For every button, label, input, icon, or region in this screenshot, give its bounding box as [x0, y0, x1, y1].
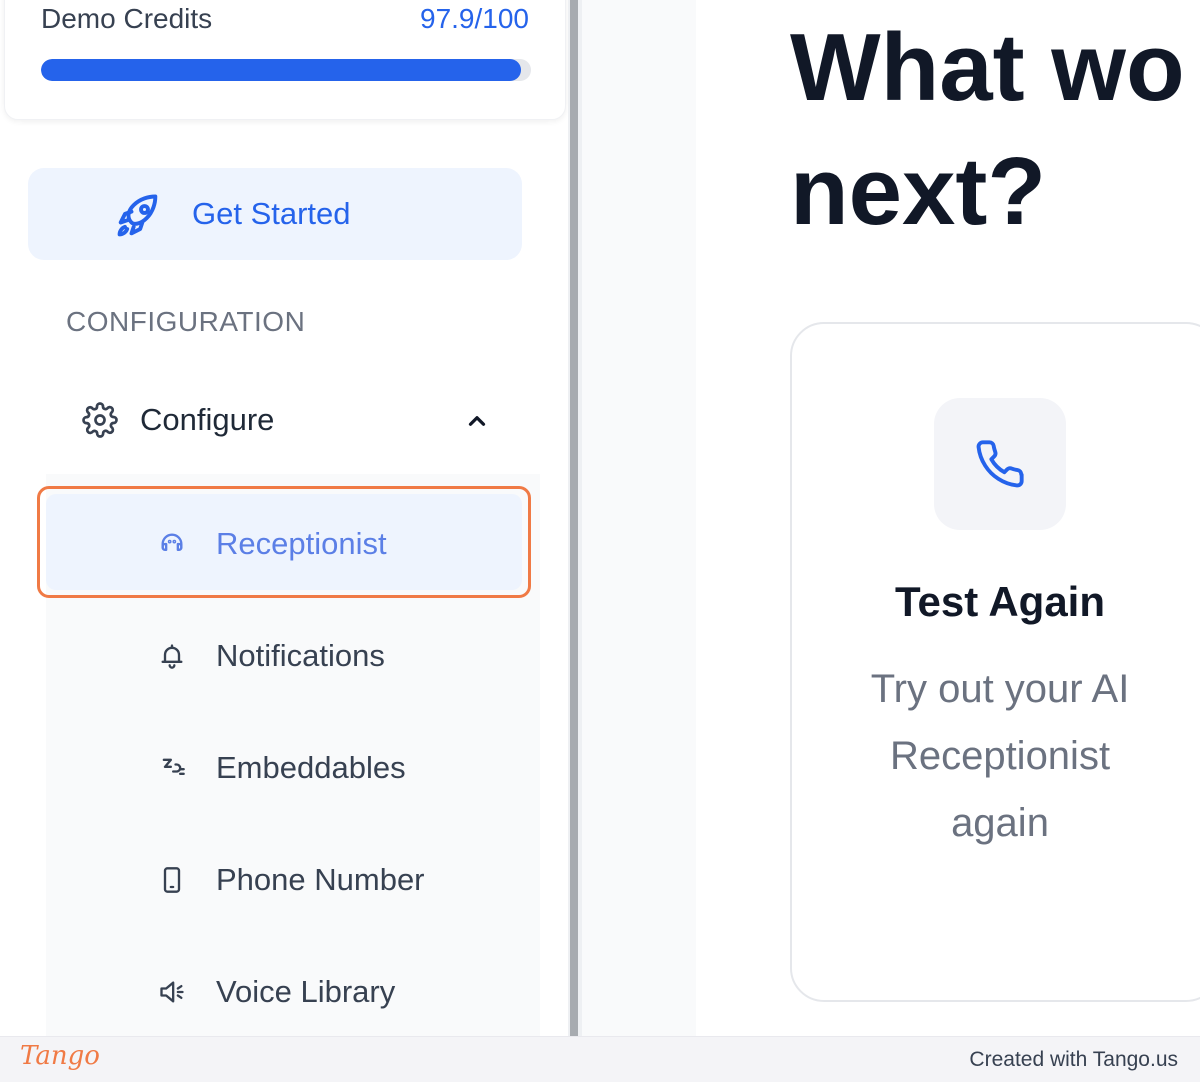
card-description: Try out your AI Receptionist again: [870, 667, 1130, 845]
created-with-credit: Created with Tango.us: [969, 1048, 1178, 1071]
bell-icon: [161, 644, 183, 669]
step-highlight-box: [37, 486, 531, 598]
speaker-icon: [160, 981, 184, 1003]
sidebar-item-label: Voice Library: [216, 974, 396, 1009]
demo-credits-value: 97.9/100: [420, 3, 529, 34]
chevron-up-icon: [468, 416, 486, 426]
demo-credits-label: Demo Credits: [41, 3, 213, 34]
card-icon-box: [934, 398, 1066, 530]
get-started-button[interactable]: Get Started: [28, 168, 522, 260]
sidebar-item-phone-number[interactable]: Phone Number: [46, 830, 522, 926]
footer: Tango Created with Tango.us: [0, 1036, 1200, 1082]
gear-icon: [82, 402, 118, 438]
credits-progress-fill: [41, 59, 521, 81]
card-title: Test Again: [894, 578, 1106, 625]
phone-icon: [976, 440, 1024, 488]
sidebar-item-voice-library[interactable]: Voice Library: [46, 942, 522, 1038]
sidebar-item-label: Notifications: [216, 638, 385, 673]
demo-credits-card: Demo Credits 97.9/100: [4, 0, 566, 120]
sidebar-item-embeddables[interactable]: Embeddables: [46, 718, 522, 814]
configure-label: Configure: [140, 402, 275, 437]
smartphone-icon: [163, 867, 181, 893]
scrollbar[interactable]: [570, 0, 578, 1036]
page-heading: What wo next?: [790, 14, 1185, 245]
sidebar-item-notifications[interactable]: Notifications: [46, 606, 522, 702]
configuration-section-label: CONFIGURATION: [66, 306, 306, 337]
sidebar-item-label: Phone Number: [216, 862, 425, 897]
configure-menu-toggle[interactable]: Configure: [28, 378, 522, 462]
plug-icon: [162, 758, 185, 775]
tango-logo: Tango: [20, 1041, 100, 1071]
rocket-icon: [117, 194, 158, 237]
credits-progress-bar: [41, 59, 531, 81]
get-started-label: Get Started: [192, 196, 351, 231]
sidebar: Demo Credits 97.9/100 Get Started CONFIG…: [0, 0, 568, 1036]
sidebar-item-label: Embeddables: [216, 750, 406, 785]
